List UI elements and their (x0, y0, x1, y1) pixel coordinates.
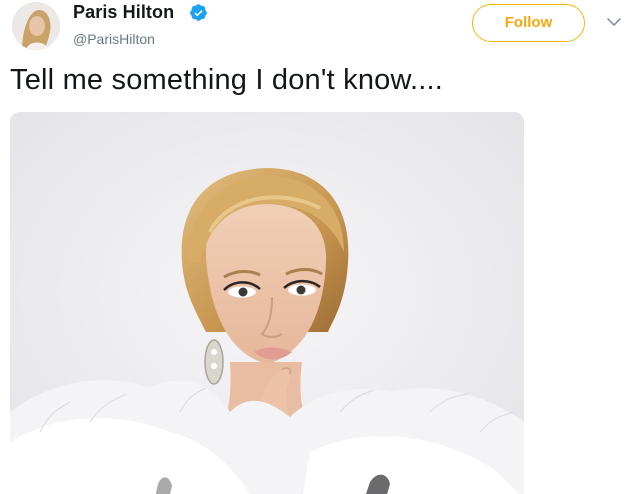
verified-badge-icon (190, 4, 207, 21)
chevron-down-icon[interactable] (606, 16, 622, 28)
tweet: Paris Hilton @ParisHilton Follow Tell me… (0, 0, 639, 494)
tweet-text: Tell me something I don't know.... (10, 64, 444, 96)
tweet-photo[interactable] (10, 112, 524, 494)
follow-button[interactable]: Follow (472, 4, 585, 42)
display-name[interactable]: Paris Hilton (73, 2, 174, 23)
user-handle[interactable]: @ParisHilton (73, 31, 155, 47)
avatar-image (12, 2, 60, 50)
avatar[interactable] (12, 2, 60, 50)
portrait-photo (10, 112, 524, 494)
